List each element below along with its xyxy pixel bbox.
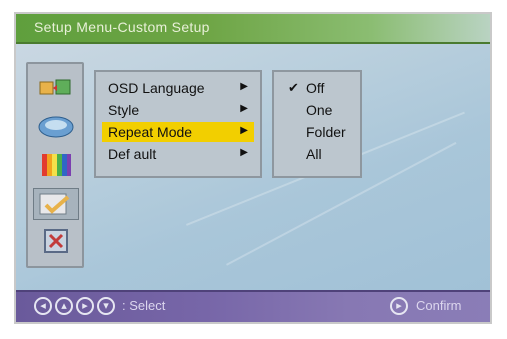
color-bars-icon[interactable] <box>36 150 76 182</box>
option-all[interactable]: All <box>274 144 360 164</box>
menu-item-style[interactable]: Style ▶ <box>102 100 254 120</box>
confirm-hint-label: Confirm <box>416 298 462 313</box>
option-label: One <box>306 102 333 118</box>
menu-item-repeat-mode[interactable]: Repeat Mode ▶ <box>102 122 254 142</box>
title-bar: Setup Menu-Custom Setup <box>16 14 490 44</box>
category-icon-sidebar <box>26 62 84 268</box>
chevron-right-icon: ▶ <box>240 81 248 92</box>
menu-item-label: OSD Language <box>108 80 205 96</box>
option-one[interactable]: One <box>274 100 360 120</box>
menu-item-osd-language[interactable]: OSD Language ▶ <box>102 78 254 98</box>
checkmark-icon: ✔ <box>288 80 299 95</box>
option-folder[interactable]: Folder <box>274 122 360 142</box>
option-off[interactable]: ✔ Off <box>274 78 360 98</box>
left-arrow-icon: ◂ <box>34 297 52 315</box>
menu-item-label: Style <box>108 102 140 118</box>
select-hint-label: : Select <box>122 298 166 313</box>
enter-button-icon: ▸ <box>390 297 408 315</box>
chevron-right-icon: ▶ <box>240 147 248 158</box>
up-arrow-icon: ▴ <box>55 297 73 315</box>
language-settings-icon[interactable] <box>36 74 76 106</box>
tv-osd-screen: Setup Menu-Custom Setup OSD Language ▶ S… <box>14 12 492 324</box>
option-label: Off <box>306 80 325 96</box>
option-label: Folder <box>306 124 346 140</box>
right-arrow-icon: ▸ <box>76 297 94 315</box>
menu-item-label: Repeat Mode <box>108 124 193 140</box>
menu-item-label: Def ault <box>108 146 157 162</box>
down-arrow-icon: ▾ <box>97 297 115 315</box>
video-settings-icon[interactable] <box>36 112 76 144</box>
setup-menu-panel: OSD Language ▶ Style ▶ Repeat Mode ▶ Def… <box>94 70 262 178</box>
chevron-right-icon: ▶ <box>240 125 248 136</box>
page-title: Setup Menu-Custom Setup <box>34 19 210 35</box>
custom-setup-icon[interactable] <box>33 188 79 220</box>
repeat-mode-options-panel: ✔ Off One Folder All <box>272 70 362 178</box>
exit-icon[interactable] <box>36 226 76 258</box>
chevron-right-icon: ▶ <box>240 103 248 114</box>
option-label: All <box>306 146 322 162</box>
bottom-hint-bar: ◂ ▴ ▸ ▾ : Select ▸ Confirm <box>16 290 490 322</box>
menu-item-default[interactable]: Def ault ▶ <box>102 144 254 164</box>
